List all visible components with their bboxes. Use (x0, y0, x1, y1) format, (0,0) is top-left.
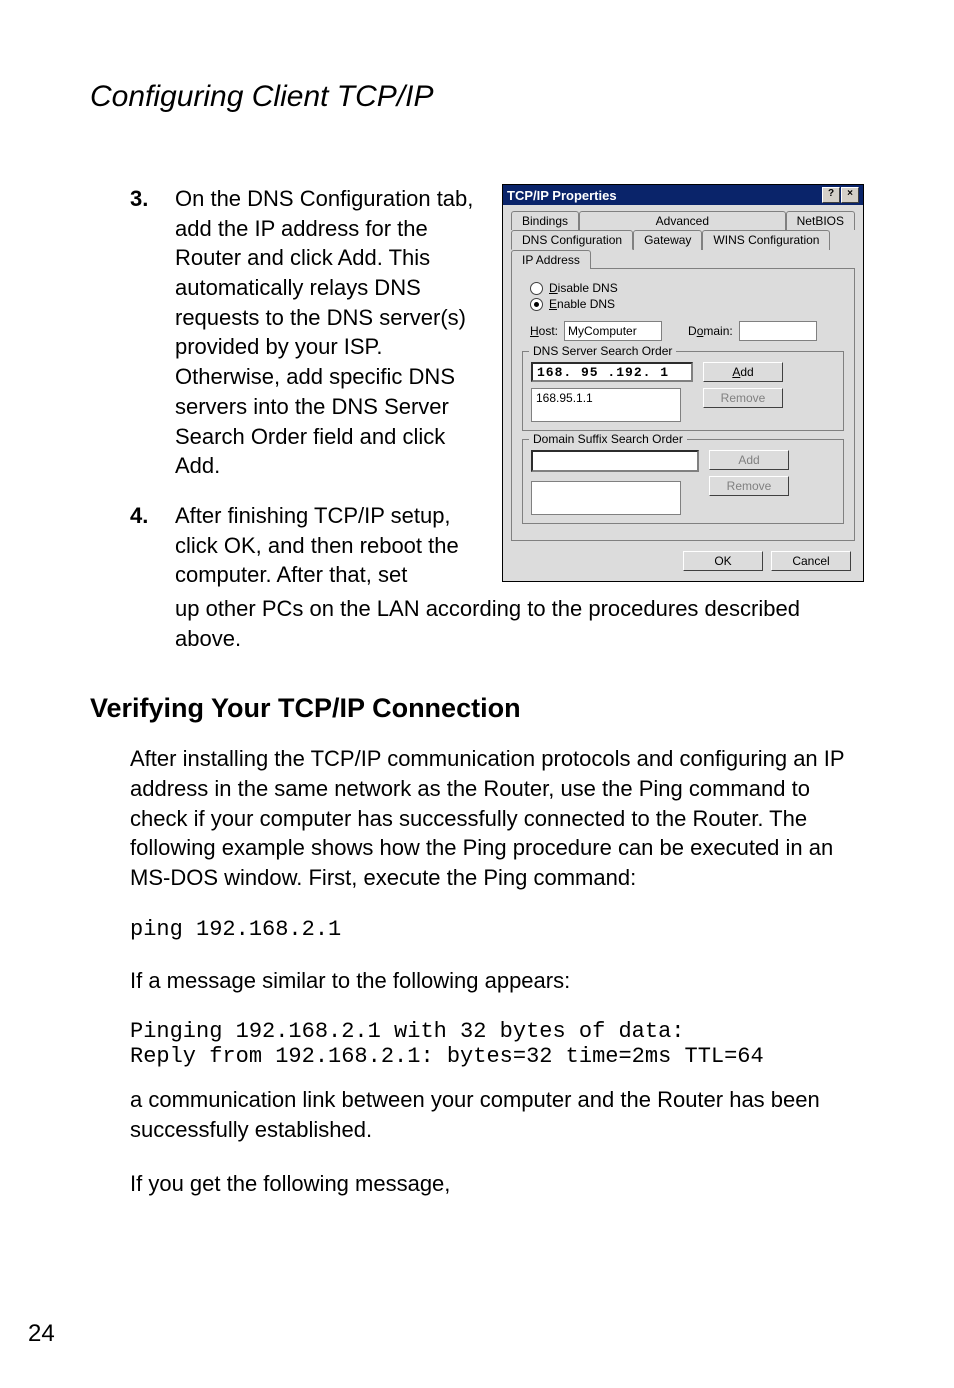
dialog-title: TCP/IP Properties (507, 188, 821, 203)
ping-command: ping 192.168.2.1 (130, 917, 864, 942)
radio-icon (530, 282, 543, 295)
dns-list[interactable]: 168.95.1.1 (531, 388, 681, 422)
dns-server-search-order-group: DNS Server Search Order 168. 95 .192. 1 … (522, 351, 844, 431)
radio-enable-dns-label: Enable DNS (549, 297, 615, 311)
verify-para-4: If you get the following message, (130, 1169, 864, 1199)
ok-button[interactable]: OK (683, 551, 763, 571)
page-heading: Configuring Client TCP/IP (90, 80, 864, 114)
dns-add-button[interactable]: Add (703, 362, 783, 382)
suffix-list[interactable] (531, 481, 681, 515)
step-3-text: On the DNS Configuration tab, add the IP… (175, 184, 490, 481)
verify-para-1: After installing the TCP/IP communicatio… (130, 744, 864, 892)
step-4-text-b: up other PCs on the LAN according to the… (175, 594, 864, 653)
tab-netbios[interactable]: NetBIOS (786, 211, 855, 230)
domain-label: Domain: (688, 324, 733, 338)
radio-disable-dns-label: Disable DNS (549, 281, 618, 295)
tab-bindings[interactable]: Bindings (511, 211, 579, 230)
ping-output: Pinging 192.168.2.1 with 32 bytes of dat… (130, 1019, 864, 1069)
suffix-add-button[interactable]: Add (709, 450, 789, 470)
tab-dns-configuration[interactable]: DNS Configuration (511, 230, 633, 250)
tab-gateway[interactable]: Gateway (633, 230, 702, 250)
dns-order-label: DNS Server Search Order (529, 344, 676, 358)
suffix-remove-button[interactable]: Remove (709, 476, 789, 496)
page-number: 24 (28, 1320, 55, 1348)
radio-enable-dns[interactable]: Enable DNS (530, 297, 844, 311)
suffix-input[interactable] (531, 450, 699, 472)
step-4-text-a: After finishing TCP/IP setup, click OK, … (175, 501, 490, 590)
tab-ip-address[interactable]: IP Address (511, 250, 591, 269)
close-icon[interactable]: × (841, 187, 859, 203)
verify-para-2: If a message similar to the following ap… (130, 966, 864, 996)
dialog-titlebar: TCP/IP Properties ? × (503, 185, 863, 205)
step-4-number: 4. (130, 501, 175, 590)
host-label: Host: (530, 324, 558, 338)
radio-disable-dns[interactable]: Disable DNS (530, 281, 844, 295)
domain-input[interactable] (739, 321, 817, 341)
dns-list-item: 168.95.1.1 (536, 391, 676, 405)
tab-wins-configuration[interactable]: WINS Configuration (702, 230, 830, 250)
step-3-number: 3. (130, 184, 175, 481)
dns-remove-button[interactable]: Remove (703, 388, 783, 408)
tab-advanced[interactable]: Advanced (579, 211, 786, 230)
verify-heading: Verifying Your TCP/IP Connection (90, 693, 864, 724)
tcpip-properties-dialog: TCP/IP Properties ? × Bindings Advanced … (502, 184, 864, 582)
host-input[interactable]: MyComputer (564, 321, 662, 341)
cancel-button[interactable]: Cancel (771, 551, 851, 571)
dns-ip-input[interactable]: 168. 95 .192. 1 (531, 362, 693, 382)
radio-icon (530, 298, 543, 311)
verify-para-3: a communication link between your comput… (130, 1085, 864, 1144)
domain-suffix-label: Domain Suffix Search Order (529, 432, 687, 446)
help-icon[interactable]: ? (822, 187, 840, 203)
domain-suffix-search-order-group: Domain Suffix Search Order Add Remove (522, 439, 844, 524)
